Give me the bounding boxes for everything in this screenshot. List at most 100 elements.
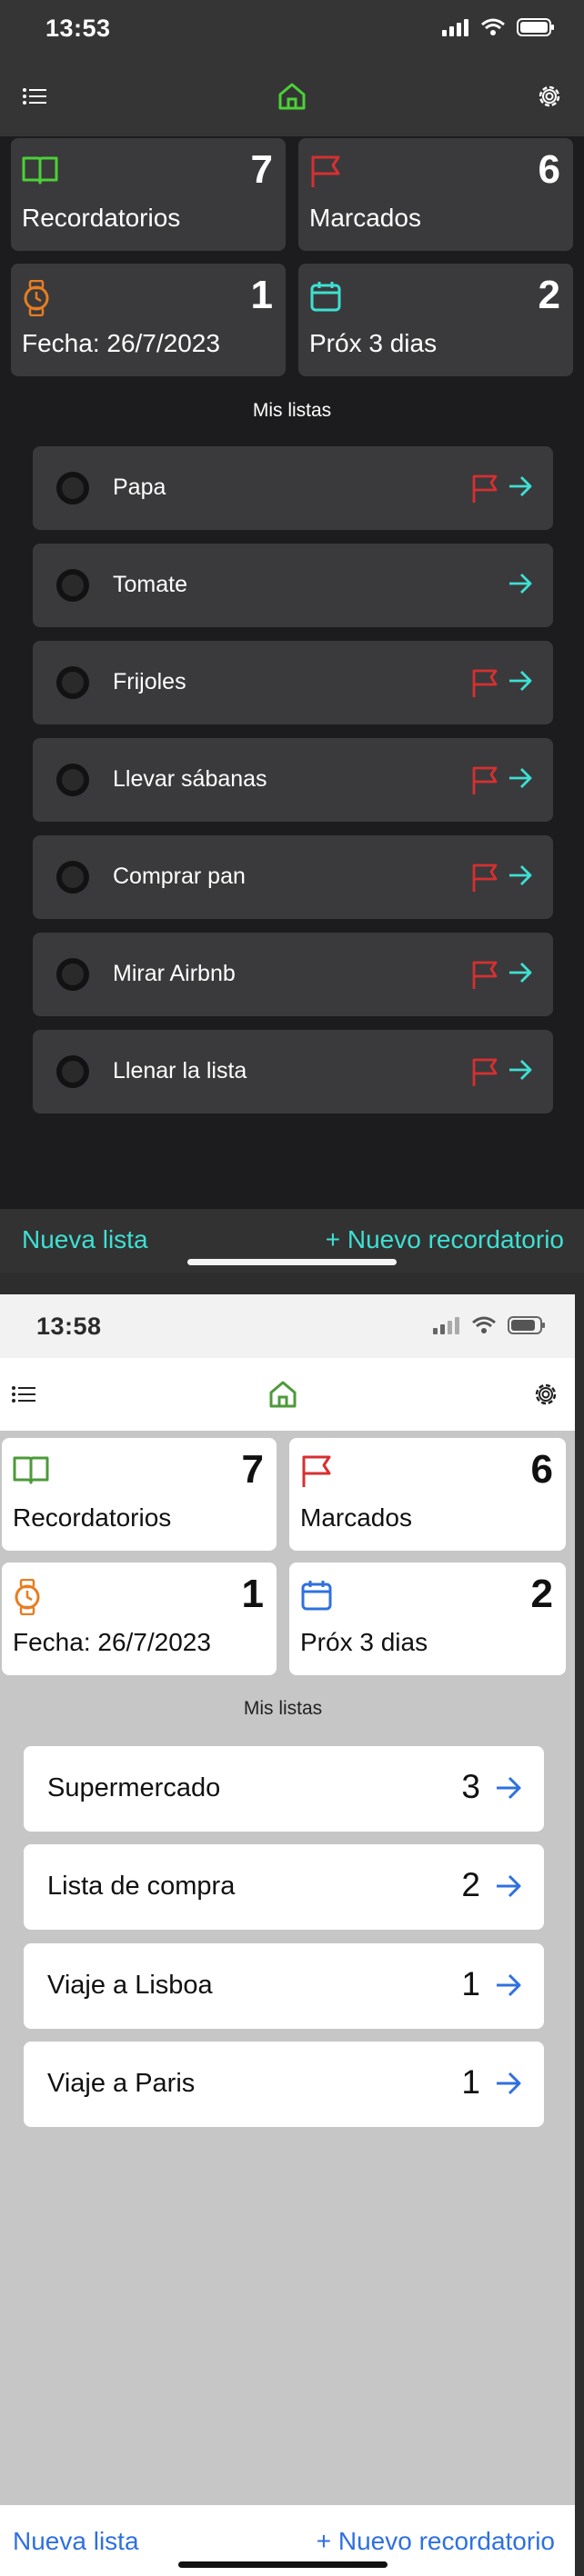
list-item[interactable]: Llenar la lista [33,1030,553,1113]
watch-icon [15,1579,40,1615]
book-icon [22,156,58,185]
wifi-icon [472,1316,496,1333]
item-label: Mirar Airbnb [113,961,236,986]
new-reminder-button[interactable]: + Nuevo recordatorio [317,2527,555,2556]
list-icon [23,88,46,105]
signal-icon [433,1317,459,1334]
battery-icon [508,1316,545,1334]
arrow-right-icon[interactable] [508,571,533,596]
signal-icon [442,19,468,36]
card-prox-3-dias[interactable]: 2 Próx 3 dias [298,264,573,376]
flag-icon[interactable] [471,765,498,796]
card-recordatorios[interactable]: 7 Recordatorios [2,1438,277,1551]
card-label: Fecha: 26/7/2023 [22,329,220,357]
card-count: 2 [538,273,560,317]
list-name: Supermercado [47,1773,221,1802]
flag-icon[interactable] [471,668,498,699]
card-label: Fecha: 26/7/2023 [13,1628,211,1656]
complete-radio[interactable] [56,472,89,504]
arrow-right-icon[interactable] [508,765,533,791]
card-fecha[interactable]: 1 Fecha: 26/7/2023 [11,264,286,376]
new-reminder-button[interactable]: + Nuevo recordatorio [326,1225,564,1254]
status-bar: 13:53 [0,0,584,60]
list-name: Viaje a Paris [47,2069,196,2098]
card-count: 2 [530,1572,553,1616]
card-marcados[interactable]: 6 Marcados [289,1438,566,1551]
home-indicator [187,1259,397,1265]
card-label: Recordatorios [22,204,181,232]
list-item[interactable]: Llevar sábanas [33,738,553,822]
flag-icon [302,1455,331,1487]
card-recordatorios[interactable]: 7 Recordatorios [11,138,286,251]
list-row[interactable]: Viaje a Lisboa 1 [24,1943,544,2029]
arrow-right-icon[interactable] [495,1972,522,1999]
card-label: Próx 3 dias [300,1628,428,1656]
section-title: Mis listas [243,1698,323,1719]
list-item[interactable]: Frijoles [33,641,553,724]
complete-radio[interactable] [56,666,89,699]
item-label: Comprar pan [113,864,246,889]
complete-radio[interactable] [56,861,89,894]
home-button[interactable] [263,1374,303,1414]
list-item[interactable]: Comprar pan [33,835,553,919]
card-count: 6 [530,1447,553,1492]
arrow-right-icon[interactable] [508,1057,533,1083]
gear-icon [539,85,560,107]
nav-bar [0,60,584,136]
new-list-button[interactable]: Nueva lista [13,2527,139,2556]
arrow-right-icon[interactable] [508,668,533,694]
home-button[interactable] [272,76,312,116]
arrow-right-icon[interactable] [495,2070,522,2097]
arrow-right-icon[interactable] [495,1872,522,1900]
card-label: Próx 3 dias [309,329,438,357]
flag-icon[interactable] [471,1057,498,1088]
dark-mode-screen: 13:53 7 Recordatorios 6 Marcados 1 Fecha… [0,0,584,1273]
list-menu-button[interactable] [4,1374,44,1414]
list-item[interactable]: Tomate [33,544,553,627]
battery-icon [517,18,554,36]
list-count: 1 [461,1965,480,2002]
card-count: 1 [250,273,273,317]
card-count: 6 [538,147,560,192]
screen-edge [575,1294,584,2576]
status-time: 13:58 [36,1313,102,1340]
status-time: 13:53 [45,15,111,42]
list-row[interactable]: Viaje a Paris 1 [24,2042,544,2127]
arrow-right-icon[interactable] [508,863,533,888]
list-row[interactable]: Lista de compra 2 [24,1844,544,1930]
new-list-button[interactable]: Nueva lista [22,1225,148,1254]
calendar-icon [301,1581,332,1611]
complete-radio[interactable] [56,1055,89,1088]
list-item[interactable]: Papa [33,446,553,530]
complete-radio[interactable] [56,569,89,602]
home-indicator [178,2561,388,2568]
gear-icon [535,1383,557,1405]
item-label: Tomate [113,572,187,597]
item-label: Llenar la lista [113,1058,247,1083]
arrow-right-icon[interactable] [495,1774,522,1802]
card-fecha[interactable]: 1 Fecha: 26/7/2023 [2,1563,277,1675]
settings-button[interactable] [526,1374,566,1414]
flag-icon[interactable] [471,960,498,991]
status-icons [433,1316,546,1334]
settings-button[interactable] [529,76,569,116]
complete-radio[interactable] [56,958,89,991]
arrow-right-icon[interactable] [508,960,533,985]
card-prox-3-dias[interactable]: 2 Próx 3 dias [289,1563,566,1675]
list-item[interactable]: Mirar Airbnb [33,933,553,1016]
card-marcados[interactable]: 6 Marcados [298,138,573,251]
flag-icon[interactable] [471,474,498,504]
list-menu-button[interactable] [15,76,55,116]
calendar-icon [310,282,341,312]
complete-radio[interactable] [56,764,89,796]
list-row[interactable]: Supermercado 3 [24,1746,544,1832]
list-count: 3 [461,1768,480,1805]
arrow-right-icon[interactable] [508,474,533,499]
watch-icon [24,280,49,316]
list-name: Lista de compra [47,1872,236,1901]
section-title: Mis listas [252,400,332,421]
flag-icon[interactable] [471,863,498,894]
list-name: Viaje a Lisboa [47,1971,213,2000]
wifi-icon [481,18,505,35]
light-mode-screen: 13:58 7 Recordatorios 6 Marcados 1 Fecha… [0,1273,584,2576]
